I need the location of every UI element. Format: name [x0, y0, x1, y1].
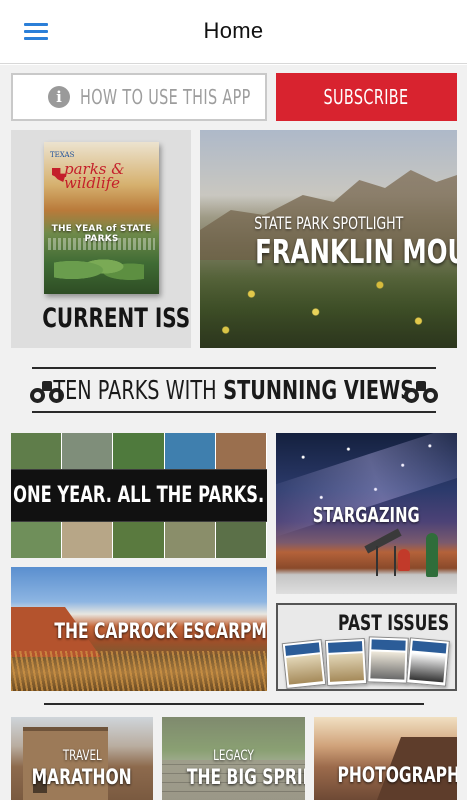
photography-tile[interactable]: PHOTOGRAPHY — [314, 717, 457, 800]
ten-parks-banner[interactable]: TEN PARKS WITH STUNNING VIEWS — [30, 367, 438, 413]
one-year-all-parks-tile[interactable]: ONE YEAR. ALL THE PARKS. — [11, 433, 267, 558]
page-title: Home — [203, 18, 264, 43]
one-year-label: ONE YEAR. ALL THE PARKS. — [13, 483, 265, 508]
grass-image — [11, 651, 267, 691]
park-photo-strip — [11, 522, 267, 558]
travel-title: MARATHON — [31, 765, 133, 789]
current-issue-tile[interactable]: TEXAS parks & wildlife THE YEAR of STATE… — [11, 130, 191, 348]
travel-kicker: TRAVEL — [62, 748, 102, 764]
past-issue-cover — [324, 637, 368, 687]
info-icon: i — [48, 86, 70, 108]
franklin-mountains-spotlight-tile[interactable]: STATE PARK SPOTLIGHT FRANKLIN MOUNTAINS — [200, 130, 457, 348]
banner-title: TEN PARKS WITH STUNNING VIEWS — [53, 375, 415, 406]
tripod-illustration — [376, 546, 396, 576]
how-to-use-label: HOW TO USE THIS APP — [80, 85, 251, 109]
section-divider — [44, 703, 424, 705]
park-photo-strip — [11, 433, 267, 469]
how-to-use-button[interactable]: i HOW TO USE THIS APP — [11, 73, 267, 121]
cactus-image — [54, 249, 144, 284]
current-issue-label: CURRENT ISSUE — [42, 303, 191, 334]
home-content[interactable]: i HOW TO USE THIS APP SUBSCRIBE TEXAS pa… — [0, 65, 467, 800]
travel-marathon-tile[interactable]: TRAVEL MARATHON — [11, 717, 153, 800]
subscribe-label: SUBSCRIBE — [324, 85, 409, 109]
past-issue-cover — [281, 639, 327, 689]
legacy-big-spring-tile[interactable]: LEGACY THE BIG SPRING — [162, 717, 305, 800]
stargazing-tile[interactable]: STARGAZING — [276, 433, 457, 594]
spotlight-title: FRANKLIN MOUNTAINS — [255, 232, 457, 271]
subscribe-button[interactable]: SUBSCRIBE — [276, 73, 457, 121]
magazine-cover-image: TEXAS parks & wildlife THE YEAR of STATE… — [44, 142, 159, 294]
legacy-kicker: LEGACY — [213, 748, 254, 764]
legacy-title: THE BIG SPRING — [186, 765, 305, 789]
wildflower-foreground — [200, 258, 457, 348]
magazine-masthead: TEXAS parks & wildlife — [50, 148, 159, 192]
caprock-escarpment-tile[interactable]: THE CAPROCK ESCARPMENT — [11, 567, 267, 691]
photography-title: PHOTOGRAPHY — [337, 763, 457, 787]
past-issues-label: PAST ISSUES — [337, 611, 449, 635]
caprock-label: THE CAPROCK ESCARPMENT — [54, 619, 267, 643]
one-year-label-band: ONE YEAR. ALL THE PARKS. — [11, 470, 267, 521]
past-issue-cover — [367, 636, 409, 684]
stargazer-illustration — [398, 549, 410, 571]
stargazer-illustration — [426, 533, 438, 577]
nav-bar: Home — [0, 0, 467, 64]
spotlight-kicker: STATE PARK SPOTLIGHT — [253, 214, 404, 234]
stargazing-label: STARGAZING — [313, 503, 420, 527]
past-issue-cover — [406, 637, 450, 687]
past-issues-tile[interactable]: PAST ISSUES — [276, 603, 457, 691]
masthead-title: parks & wildlife — [64, 160, 125, 192]
binoculars-icon — [404, 377, 438, 403]
